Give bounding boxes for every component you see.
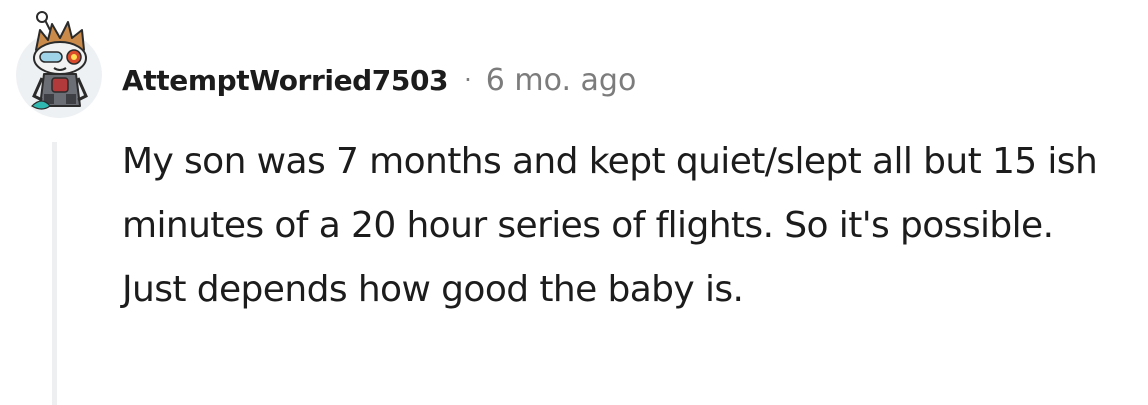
thread-collapse-line[interactable] xyxy=(52,142,57,405)
comment: AttemptWorried7503 · 6 mo. ago My son wa… xyxy=(0,0,1148,405)
username-link[interactable]: AttemptWorried7503 xyxy=(122,64,449,97)
timestamp[interactable]: 6 mo. ago xyxy=(486,63,637,98)
meta-separator: · xyxy=(464,66,472,94)
avatar[interactable] xyxy=(14,10,104,118)
comment-meta: AttemptWorried7503 · 6 mo. ago xyxy=(122,58,636,102)
comment-body: My son was 7 months and kept quiet/slept… xyxy=(122,141,1098,310)
